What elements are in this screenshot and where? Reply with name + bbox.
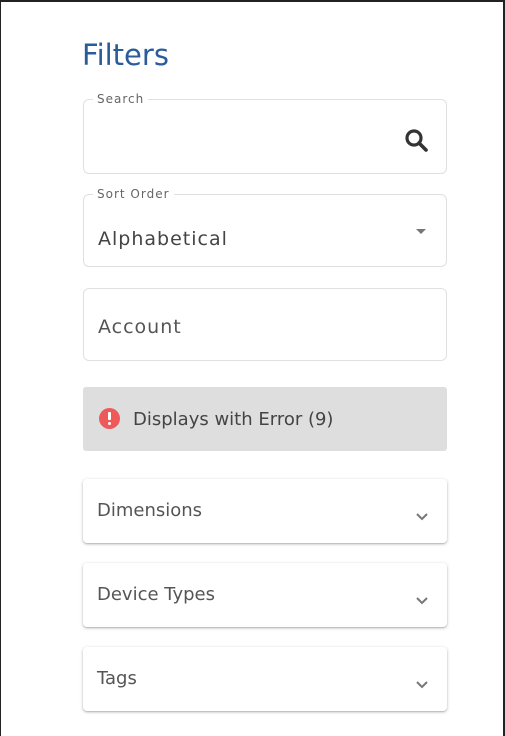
chevron-down-icon [415, 591, 429, 605]
displays-with-error-filter[interactable]: Displays with Error (9) [83, 387, 447, 451]
caret-down-icon [416, 229, 426, 234]
sort-order-label: Sort Order [93, 187, 174, 201]
dimensions-panel[interactable]: Dimensions [83, 479, 447, 543]
filters-panel: Filters Search Sort Order Alphabetical A… [0, 0, 505, 736]
account-placeholder: Account [98, 316, 182, 338]
account-input[interactable]: Account [83, 288, 447, 361]
search-field[interactable]: Search [83, 92, 447, 174]
chevron-down-icon [415, 507, 429, 521]
search-icon[interactable] [402, 126, 432, 156]
sort-order-select[interactable]: Sort Order Alphabetical [83, 187, 447, 267]
sort-order-value: Alphabetical [98, 228, 228, 250]
device-types-panel[interactable]: Device Types [83, 563, 447, 627]
chevron-down-icon [415, 675, 429, 689]
displays-with-error-label: Displays with Error (9) [133, 409, 334, 430]
error-icon [99, 408, 120, 429]
dimensions-label: Dimensions [97, 500, 203, 521]
tags-panel[interactable]: Tags [83, 647, 447, 711]
search-label: Search [93, 92, 149, 106]
tags-label: Tags [97, 668, 137, 689]
page-title: Filters [82, 38, 169, 72]
device-types-label: Device Types [97, 584, 216, 605]
